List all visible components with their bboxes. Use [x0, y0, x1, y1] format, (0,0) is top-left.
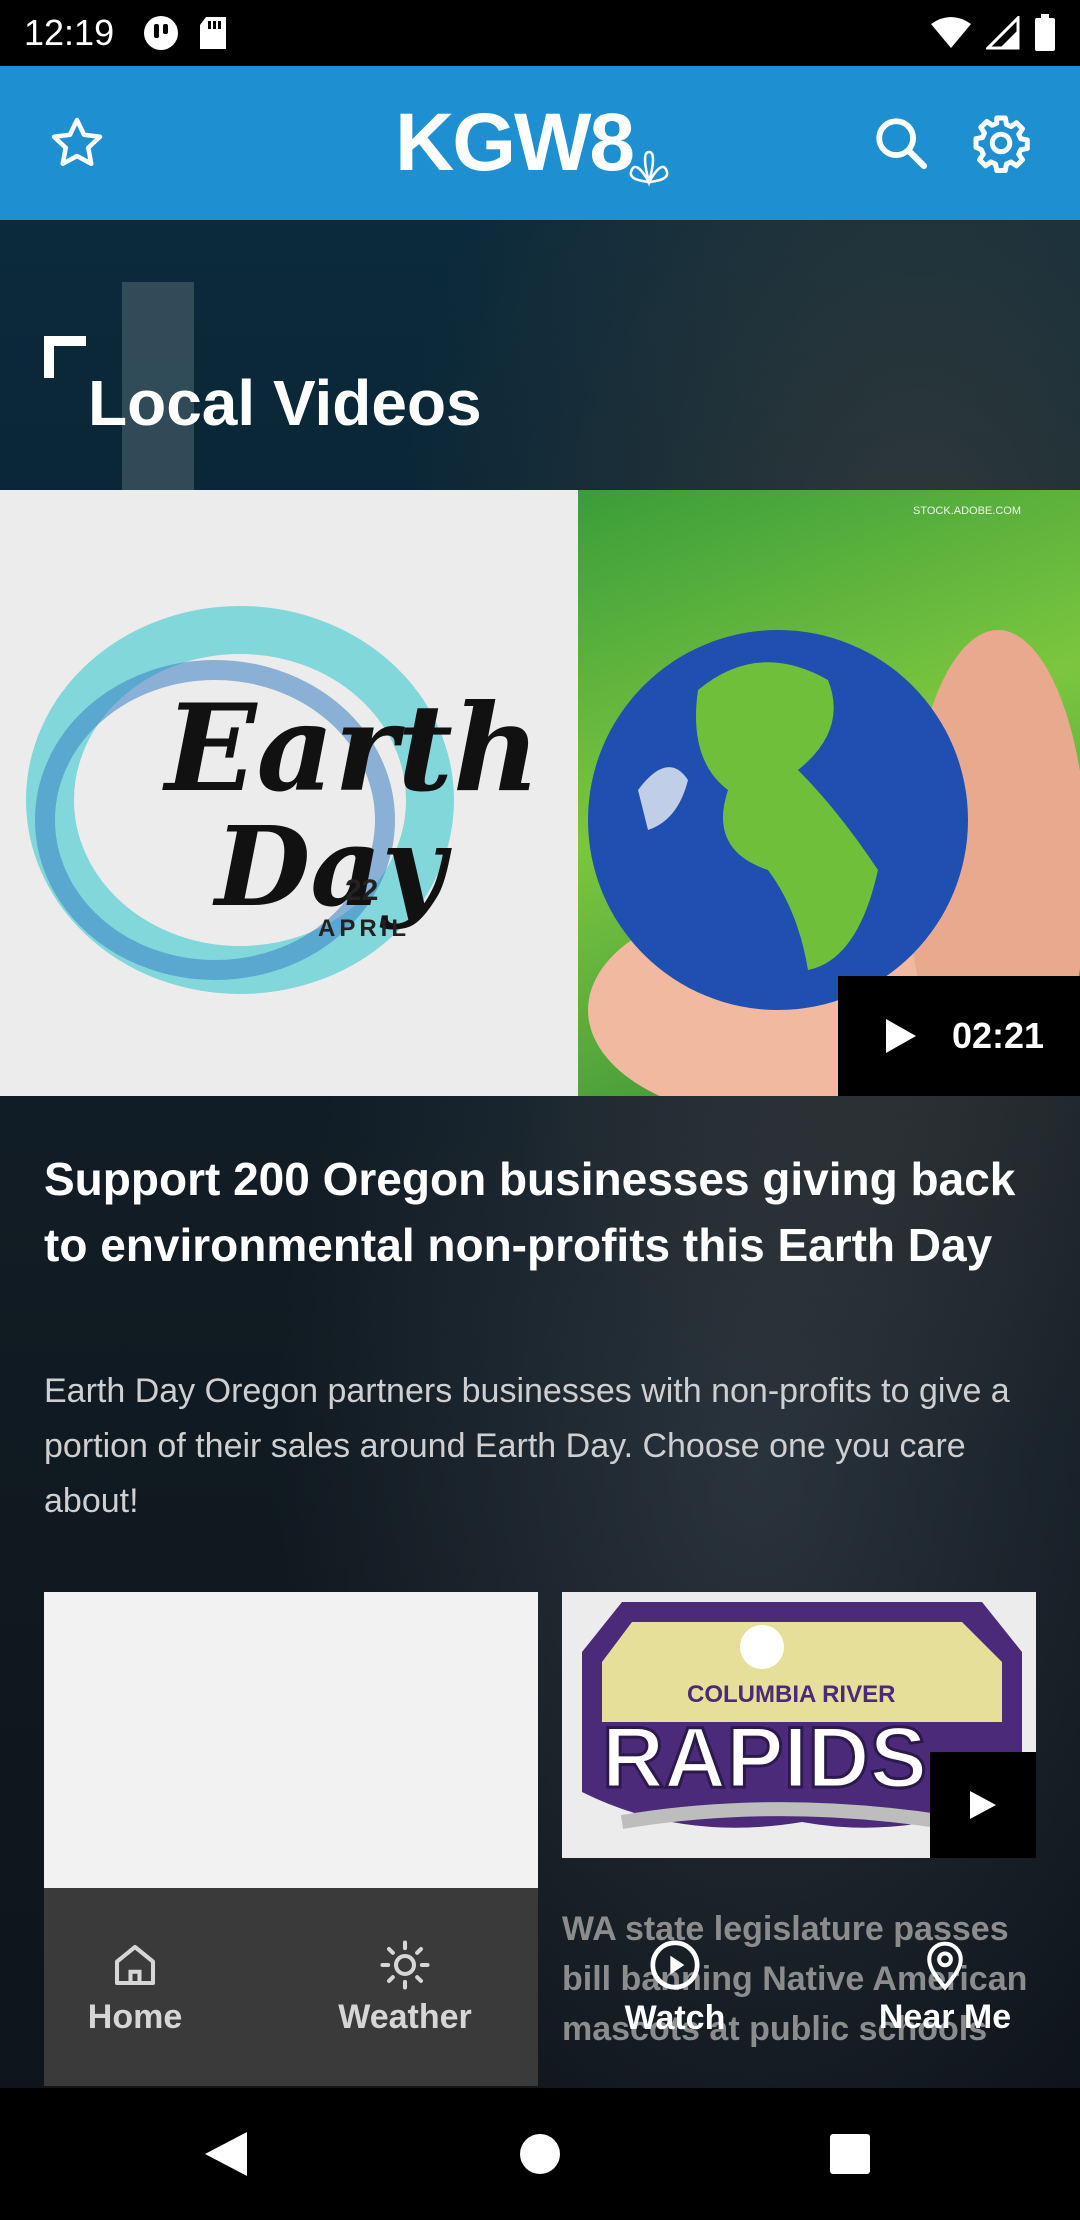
- nav-watch-label: Watch: [624, 1998, 726, 2037]
- play-icon: [886, 1019, 916, 1053]
- back-triangle-icon: [205, 2132, 247, 2176]
- nav-home-label: Home: [87, 1997, 183, 2036]
- status-system-icons: [930, 14, 1056, 52]
- story-summary: Earth Day Oregon partners businesses wit…: [44, 1372, 1010, 1520]
- status-notification-icons: [142, 14, 228, 52]
- video-duration-badge[interactable]: 02:21: [838, 976, 1080, 1096]
- star-icon: [51, 117, 103, 166]
- earth-day-title-1: Earth: [162, 678, 540, 819]
- video-duration: 02:21: [952, 1015, 1045, 1056]
- recents-button[interactable]: [820, 2124, 880, 2184]
- nav-near-me[interactable]: Near Me: [810, 1888, 1080, 2086]
- signal-icon: [986, 16, 1020, 50]
- earth-day-splash-icon: Earth Day 22 APRIL: [26, 606, 540, 994]
- battery-icon: [1035, 14, 1055, 51]
- play-circle-icon: [650, 1940, 700, 1989]
- home-icon: [114, 1944, 156, 1985]
- video-card-thumbnail[interactable]: [44, 1592, 538, 1888]
- story-headline[interactable]: Support 200 Oregon businesses giving bac…: [44, 1146, 1044, 1278]
- nav-weather-label: Weather: [338, 1997, 472, 2036]
- bottom-navigation: Home Weather Watch Near Me: [0, 1888, 1080, 2088]
- section-title: Local Videos: [88, 367, 482, 439]
- rapids-logo-top: COLUMBIA RIVER: [687, 1681, 895, 1708]
- earth-day-title-2: Day: [212, 802, 453, 931]
- stock-watermark: STOCK.ADOBE.COM: [913, 505, 1021, 517]
- location-pin-icon: [927, 1941, 963, 1991]
- nbc-peacock-icon: [629, 150, 669, 187]
- home-system-button[interactable]: [510, 2124, 570, 2184]
- home-circle-icon: [520, 2134, 560, 2174]
- gear-icon: [973, 115, 1030, 173]
- play-icon: [970, 1791, 996, 1819]
- corner-bracket-icon: [44, 336, 86, 378]
- wifi-icon: [931, 17, 971, 48]
- recents-square-icon: [830, 2134, 870, 2174]
- app-notification-icon: [144, 16, 179, 50]
- earth-day-date-month: APRIL: [318, 915, 410, 942]
- nav-weather[interactable]: Weather: [270, 1888, 540, 2086]
- rapids-logo-main: RAPIDS: [602, 1710, 927, 1806]
- sun-icon: [380, 1939, 430, 1990]
- status-bar: 12:19: [0, 0, 1080, 66]
- system-navigation-bar: [0, 2088, 1080, 2220]
- earth-day-graphic: Earth Day 22 APRIL: [0, 490, 578, 1096]
- nav-near-me-label: Near Me: [878, 1997, 1012, 2036]
- favorites-button[interactable]: [44, 110, 110, 176]
- sd-card-icon: [200, 17, 227, 49]
- logo-text: KGW8: [395, 97, 635, 188]
- search-button[interactable]: [868, 110, 934, 176]
- search-icon: [876, 118, 928, 170]
- settings-button[interactable]: [968, 110, 1034, 176]
- status-time: 12:19: [24, 12, 115, 53]
- nav-watch[interactable]: Watch: [540, 1888, 810, 2086]
- card-play-button[interactable]: [930, 1752, 1036, 1858]
- earth-day-date-num: 22: [345, 874, 378, 907]
- back-button[interactable]: [196, 2124, 256, 2184]
- app-header: KGW8: [0, 66, 1080, 220]
- kgw8-logo: KGW8: [395, 97, 673, 190]
- nav-home[interactable]: Home: [0, 1888, 270, 2086]
